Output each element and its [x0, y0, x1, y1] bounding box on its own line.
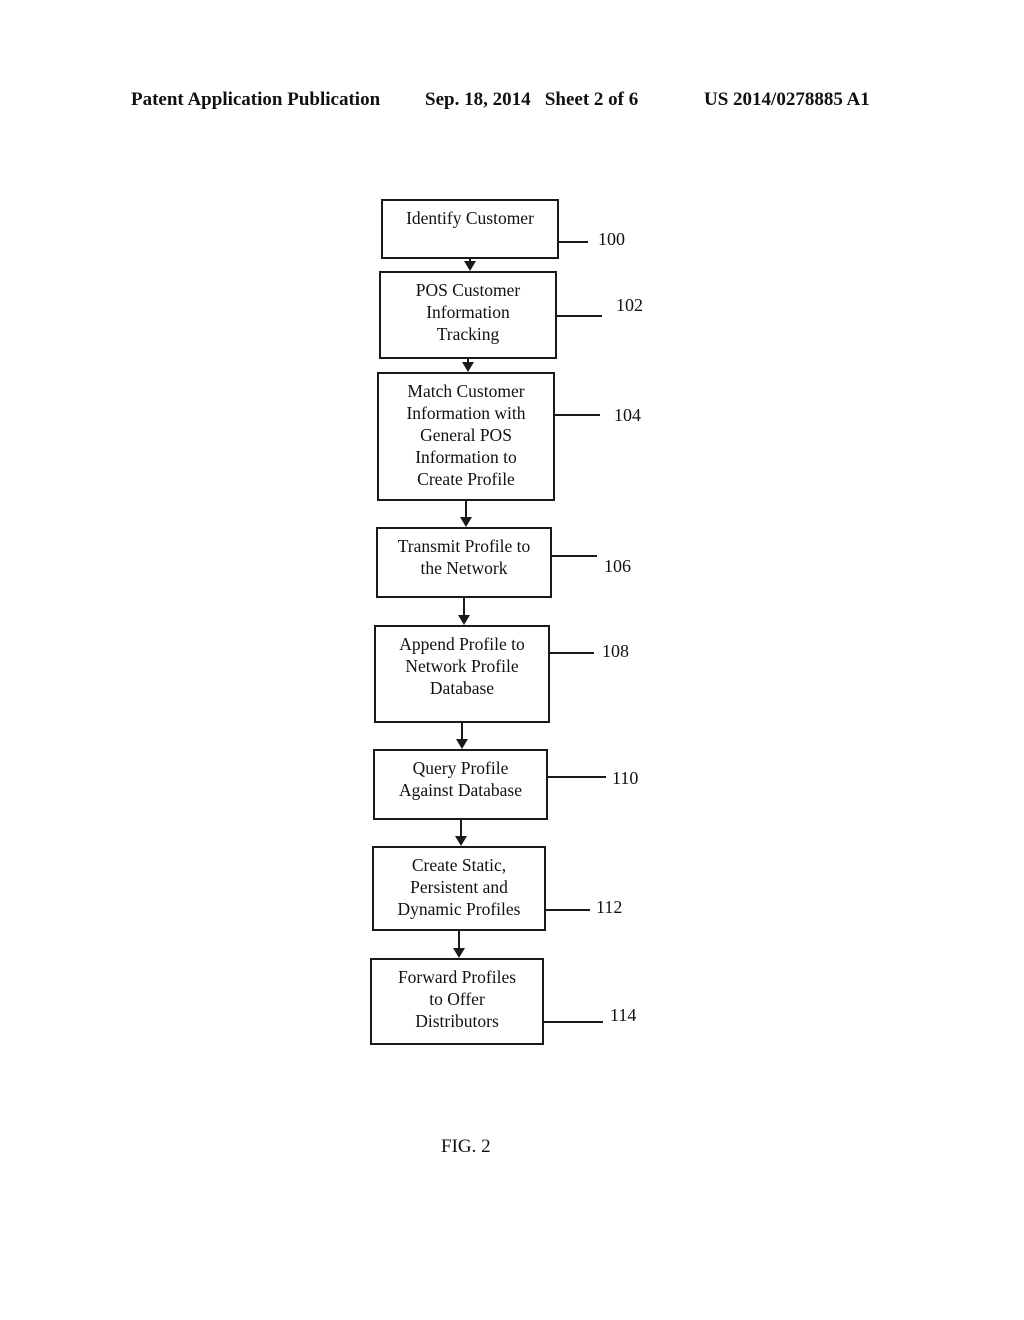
leader-line-114 [544, 1021, 603, 1023]
header-publication: Patent Application Publication [131, 89, 381, 110]
reference-numeral-108: 108 [602, 641, 629, 661]
step-text-line: Database [429, 678, 495, 698]
step-text-line: Create Profile [417, 469, 515, 489]
leader-line-106 [552, 555, 597, 557]
arrow-head-icon [455, 836, 467, 846]
step-text-line: Forward Profiles [397, 967, 517, 987]
step-text-line: POS Customer [415, 280, 521, 300]
arrow-head-icon [453, 948, 465, 958]
flow-arrow [461, 723, 463, 740]
flowchart-step-108: Append Profile to Network Profile Database [374, 625, 550, 723]
step-text-line: Create Static, [411, 855, 507, 875]
arrow-head-icon [460, 517, 472, 527]
reference-numeral-102: 102 [616, 295, 643, 315]
reference-numeral-114: 114 [610, 1005, 637, 1025]
arrow-head-icon [456, 739, 468, 749]
step-text-line: Distributors [415, 1011, 499, 1031]
flowchart-step-100: Identify Customer [381, 199, 559, 259]
leader-line-102 [557, 315, 602, 317]
leader-line-104 [555, 414, 600, 416]
header-patent-number: US 2014/0278885 A1 [704, 89, 870, 110]
flow-arrow [463, 598, 465, 616]
reference-numeral-110: 110 [612, 768, 639, 788]
flowchart-step-102: POS Customer Information Tracking [379, 271, 557, 359]
step-text-line: Information [426, 302, 510, 322]
step-text-line: Tracking [436, 324, 500, 344]
step-text-line: Identify Customer [406, 208, 534, 228]
step-text-line: Append Profile to [399, 634, 525, 654]
step-text-line: Dynamic Profiles [397, 899, 521, 919]
arrow-head-icon [464, 261, 476, 271]
arrow-head-icon [458, 615, 470, 625]
flowchart-step-114: Forward Profiles to Offer Distributors [370, 958, 544, 1045]
flowchart-step-106: Transmit Profile to the Network [376, 527, 552, 598]
leader-line-112 [546, 909, 590, 911]
step-text-line: Network Profile [405, 656, 519, 676]
step-text-line: to Offer [429, 989, 485, 1009]
flowchart-step-110: Query Profile Against Database [373, 749, 548, 820]
step-text-line: the Network [420, 558, 508, 578]
reference-numeral-106: 106 [604, 556, 631, 576]
leader-line-108 [550, 652, 594, 654]
flow-arrow [465, 501, 467, 518]
step-text-line: Persistent and [410, 877, 508, 897]
reference-numeral-104: 104 [614, 405, 641, 425]
step-text-line: Information to [415, 447, 517, 467]
flow-arrow [460, 820, 462, 837]
step-text-line: General POS [420, 425, 512, 445]
step-text-line: Information with [406, 403, 526, 423]
step-text-line: Query Profile [412, 758, 509, 778]
leader-line-100 [559, 241, 588, 243]
arrow-head-icon [462, 362, 474, 372]
header-date-sheet: Sep. 18, 2014 Sheet 2 of 6 [425, 89, 639, 110]
step-text-line: Transmit Profile to [397, 536, 531, 556]
figure-label: FIG. 2 [441, 1136, 491, 1157]
step-text-line: Against Database [399, 780, 522, 800]
flow-arrow [458, 931, 460, 949]
reference-numeral-100: 100 [598, 229, 625, 249]
leader-line-110 [548, 776, 606, 778]
flowchart-step-112: Create Static, Persistent and Dynamic Prof… [372, 846, 546, 931]
reference-numeral-112: 112 [596, 897, 623, 917]
step-text-line: Match Customer [407, 381, 525, 401]
flowchart-step-104: Match Customer Information with General PO… [377, 372, 555, 501]
